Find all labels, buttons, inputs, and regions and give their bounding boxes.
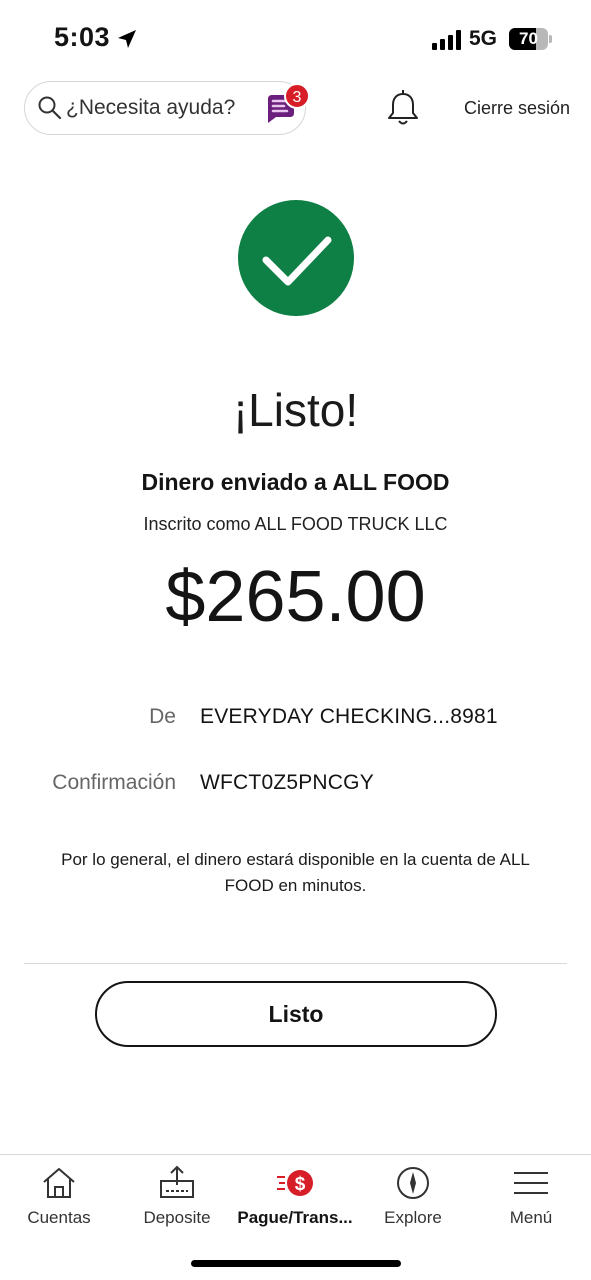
amount-sent: $265.00 — [165, 557, 426, 637]
page-title: ¡Listo! — [232, 384, 359, 436]
nav-item-deposit[interactable]: Deposite — [118, 1155, 236, 1245]
deposit-icon — [160, 1165, 194, 1198]
nav-label: Explore — [384, 1208, 442, 1227]
help-search-button[interactable]: ¿Necesita ayuda? — [24, 81, 306, 135]
recipient-heading: Dinero enviado a ALL FOOD — [141, 469, 450, 495]
network-label: 5G — [469, 27, 498, 50]
nav-item-menu[interactable]: Menú — [472, 1155, 590, 1245]
home-indicator — [191, 1260, 401, 1267]
registered-name: Inscrito como ALL FOOD TRUCK LLC — [143, 514, 448, 534]
nav-label: Menú — [509, 1208, 553, 1227]
battery-level: 70 — [519, 29, 538, 48]
checkmark-icon — [262, 236, 332, 286]
divider — [24, 963, 567, 964]
home-icon — [43, 1168, 75, 1198]
availability-note: Por lo general, el dinero estará disponi… — [61, 850, 530, 895]
nav-item-accounts[interactable]: Cuentas — [0, 1155, 118, 1245]
status-time: 5:03 — [54, 22, 111, 52]
assistant-badge: 3 — [284, 83, 310, 109]
logout-link[interactable]: Cierre sesión — [464, 98, 570, 119]
menu-icon — [514, 1172, 548, 1194]
pay-transfer-icon: $ — [277, 1170, 313, 1196]
bell-icon[interactable] — [386, 89, 420, 127]
from-label: De — [149, 705, 176, 728]
nav-label: Deposite — [143, 1208, 211, 1227]
status-bar: 5:03 5G 70 — [0, 0, 591, 78]
nav-label: Cuentas — [27, 1208, 91, 1227]
signal-icon — [432, 30, 461, 50]
compass-icon — [397, 1167, 429, 1199]
search-label: ¿Necesita ayuda? — [66, 96, 236, 119]
success-icon — [238, 200, 354, 316]
confirmation-label: Confirmación — [52, 771, 176, 794]
nav-item-pay-transfer[interactable]: $ Pague/Trans... — [236, 1155, 354, 1245]
done-button[interactable]: Listo — [95, 981, 497, 1047]
nav-item-explore[interactable]: Explore — [354, 1155, 472, 1245]
nav-label: Pague/Trans... — [237, 1208, 353, 1227]
battery-icon: 70 — [509, 28, 553, 50]
svg-text:$: $ — [295, 1174, 306, 1195]
location-arrow-icon — [118, 30, 136, 48]
confirmation-number: WFCT0Z5PNCGY — [200, 771, 374, 794]
from-account-value: EVERYDAY CHECKING...8981 — [200, 705, 498, 728]
search-icon — [38, 96, 62, 120]
